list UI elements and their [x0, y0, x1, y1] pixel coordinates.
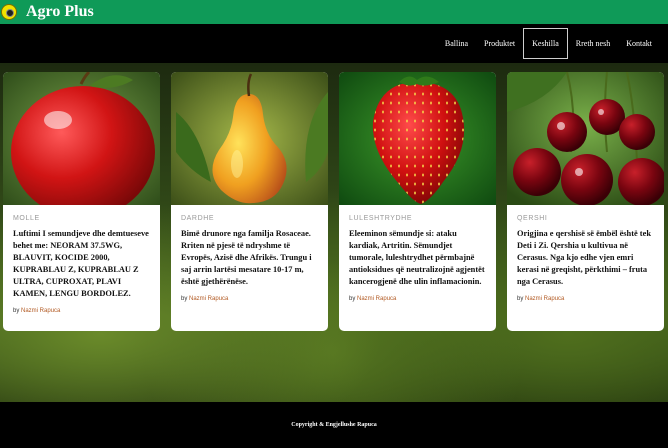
- card-category[interactable]: LULESHTRYDHE: [349, 215, 486, 222]
- article-card-dardhe[interactable]: DARDHE Bimë drunore nga familja Rosaceae…: [171, 72, 328, 331]
- card-author: by Nazmi Rapuca: [349, 296, 486, 302]
- article-card-qershi[interactable]: QERSHI Origjina e qershisë së ëmbël ësht…: [507, 72, 664, 331]
- card-author: by Nazmi Rapuca: [13, 308, 150, 314]
- main-navigation: Ballina Produktet Keshilla Rreth nesh Ko…: [0, 24, 668, 63]
- nav-item-keshilla[interactable]: Keshilla: [523, 28, 568, 59]
- card-text[interactable]: Bimë drunore nga familja Rosaceae. Rrite…: [181, 228, 318, 288]
- author-prefix: by: [517, 296, 524, 302]
- nav-item-kontakt[interactable]: Kontakt: [618, 28, 660, 59]
- author-prefix: by: [349, 296, 356, 302]
- card-category[interactable]: DARDHE: [181, 215, 318, 222]
- apple-image: [3, 72, 160, 205]
- footer: Copyright & Engjellushe Rapuca: [0, 402, 668, 448]
- copyright-text: Copyright & Engjellushe Rapuca: [291, 422, 377, 428]
- author-link[interactable]: Nazmi Rapuca: [21, 308, 60, 314]
- card-text[interactable]: Origjina e qershisë së ëmbël është tek D…: [517, 228, 654, 288]
- author-link[interactable]: Nazmi Rapuca: [357, 296, 396, 302]
- nav-item-ballina[interactable]: Ballina: [437, 28, 476, 59]
- brand-name[interactable]: Agro Plus: [26, 3, 94, 21]
- article-card-molle[interactable]: MOLLE Luftimi I semundjeve dhe demtuesev…: [3, 72, 160, 331]
- top-brand-bar: Agro Plus: [0, 0, 668, 24]
- article-card-luleshtrydhe[interactable]: LULESHTRYDHE Eleeminon sëmundje si: atak…: [339, 72, 496, 331]
- author-prefix: by: [13, 308, 20, 314]
- logo-icon[interactable]: [1, 4, 17, 20]
- card-category[interactable]: QERSHI: [517, 215, 654, 222]
- card-author: by Nazmi Rapuca: [181, 296, 318, 302]
- pear-image: [171, 72, 328, 205]
- author-link[interactable]: Nazmi Rapuca: [525, 296, 564, 302]
- card-category[interactable]: MOLLE: [13, 215, 150, 222]
- cherry-image: [507, 72, 664, 205]
- nav-item-produktet[interactable]: Produktet: [476, 28, 523, 59]
- card-text[interactable]: Eleeminon sëmundje si: ataku kardiak, Ar…: [349, 228, 486, 288]
- card-author: by Nazmi Rapuca: [517, 296, 654, 302]
- strawberry-image: [339, 72, 496, 205]
- author-link[interactable]: Nazmi Rapuca: [189, 296, 228, 302]
- card-text[interactable]: Luftimi I semundjeve dhe demtueseve behe…: [13, 228, 150, 300]
- author-prefix: by: [181, 296, 188, 302]
- nav-item-rreth-nesh[interactable]: Rreth nesh: [568, 28, 618, 59]
